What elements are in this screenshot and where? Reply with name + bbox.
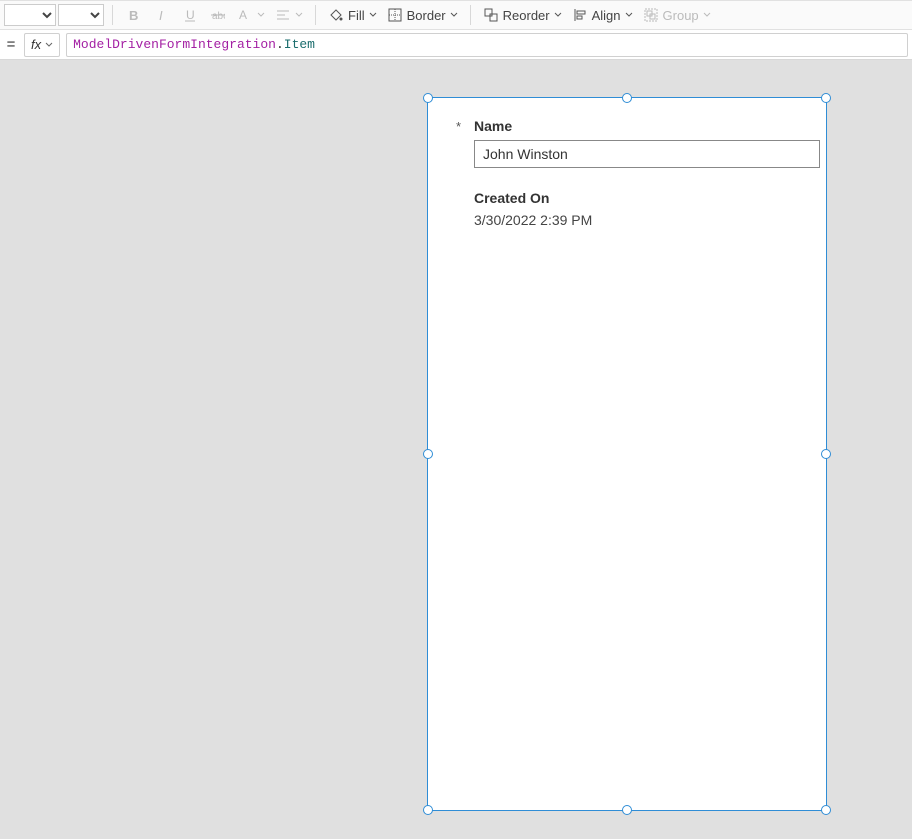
italic-icon: I xyxy=(154,7,170,23)
chevron-down-icon xyxy=(369,11,377,19)
toolbar-separator xyxy=(470,5,471,25)
format-toolbar: B I U abc A xyxy=(0,0,912,30)
underline-button[interactable]: U xyxy=(177,2,203,28)
fill-icon xyxy=(328,7,344,23)
chevron-down-icon xyxy=(295,11,303,19)
fill-label: Fill xyxy=(348,8,365,23)
svg-text:abc: abc xyxy=(212,11,225,22)
resize-handle-middle-right[interactable] xyxy=(821,449,831,459)
chevron-down-icon xyxy=(450,11,458,19)
reorder-icon xyxy=(483,7,499,23)
svg-text:A: A xyxy=(239,8,247,22)
align-icon xyxy=(572,7,588,23)
toolbar-separator xyxy=(112,5,113,25)
formula-token-object: ModelDrivenFormIntegration xyxy=(73,37,276,52)
svg-text:B: B xyxy=(129,8,138,22)
svg-text:U: U xyxy=(186,8,195,22)
font-size-select[interactable] xyxy=(58,4,104,26)
form-body: * Name Created On 3/30/2022 2:39 PM xyxy=(428,98,826,810)
name-input[interactable] xyxy=(474,140,820,168)
chevron-down-icon xyxy=(257,11,265,19)
group-button[interactable]: Group xyxy=(639,2,715,28)
resize-handle-bottom-middle[interactable] xyxy=(622,805,632,815)
align-label: Align xyxy=(592,8,621,23)
underline-icon: U xyxy=(182,7,198,23)
formula-input[interactable]: ModelDrivenFormIntegration.Item xyxy=(66,33,908,57)
group-label: Group xyxy=(663,8,699,23)
font-color-button[interactable]: A xyxy=(233,2,269,28)
formula-token-prop: Item xyxy=(284,37,315,52)
equals-label: = xyxy=(4,36,18,53)
fx-icon: fx xyxy=(31,37,41,52)
bold-button[interactable]: B xyxy=(121,2,147,28)
strikethrough-button[interactable]: abc xyxy=(205,2,231,28)
border-label: Border xyxy=(407,8,446,23)
resize-handle-top-left[interactable] xyxy=(423,93,433,103)
formula-token-dot: . xyxy=(276,37,284,52)
chevron-down-icon xyxy=(45,41,53,49)
selected-screen[interactable]: * Name Created On 3/30/2022 2:39 PM xyxy=(427,97,827,811)
group-icon xyxy=(643,7,659,23)
chevron-down-icon xyxy=(554,11,562,19)
created-on-value: 3/30/2022 2:39 PM xyxy=(474,212,798,228)
formula-bar: = fx ModelDrivenFormIntegration.Item xyxy=(0,30,912,60)
align-left-icon xyxy=(275,7,291,23)
font-family-select[interactable] xyxy=(4,4,56,26)
border-icon xyxy=(387,7,403,23)
name-field-row: * Name xyxy=(456,118,798,134)
required-indicator: * xyxy=(456,120,464,133)
resize-handle-middle-left[interactable] xyxy=(423,449,433,459)
created-on-label: Created On xyxy=(474,190,798,206)
fx-button[interactable]: fx xyxy=(24,33,60,57)
chevron-down-icon xyxy=(625,11,633,19)
italic-button[interactable]: I xyxy=(149,2,175,28)
name-label: Name xyxy=(474,118,512,134)
toolbar-separator xyxy=(315,5,316,25)
chevron-down-icon xyxy=(703,11,711,19)
resize-handle-bottom-left[interactable] xyxy=(423,805,433,815)
text-align-button[interactable] xyxy=(271,2,307,28)
resize-handle-top-middle[interactable] xyxy=(622,93,632,103)
resize-handle-bottom-right[interactable] xyxy=(821,805,831,815)
bold-icon: B xyxy=(126,7,142,23)
fill-button[interactable]: Fill xyxy=(324,2,381,28)
resize-handle-top-right[interactable] xyxy=(821,93,831,103)
strikethrough-icon: abc xyxy=(210,7,226,23)
align-button[interactable]: Align xyxy=(568,2,637,28)
svg-text:I: I xyxy=(159,8,163,22)
border-button[interactable]: Border xyxy=(383,2,462,28)
design-canvas[interactable]: * Name Created On 3/30/2022 2:39 PM xyxy=(0,60,912,839)
font-color-icon: A xyxy=(237,7,253,23)
reorder-button[interactable]: Reorder xyxy=(479,2,566,28)
reorder-label: Reorder xyxy=(503,8,550,23)
